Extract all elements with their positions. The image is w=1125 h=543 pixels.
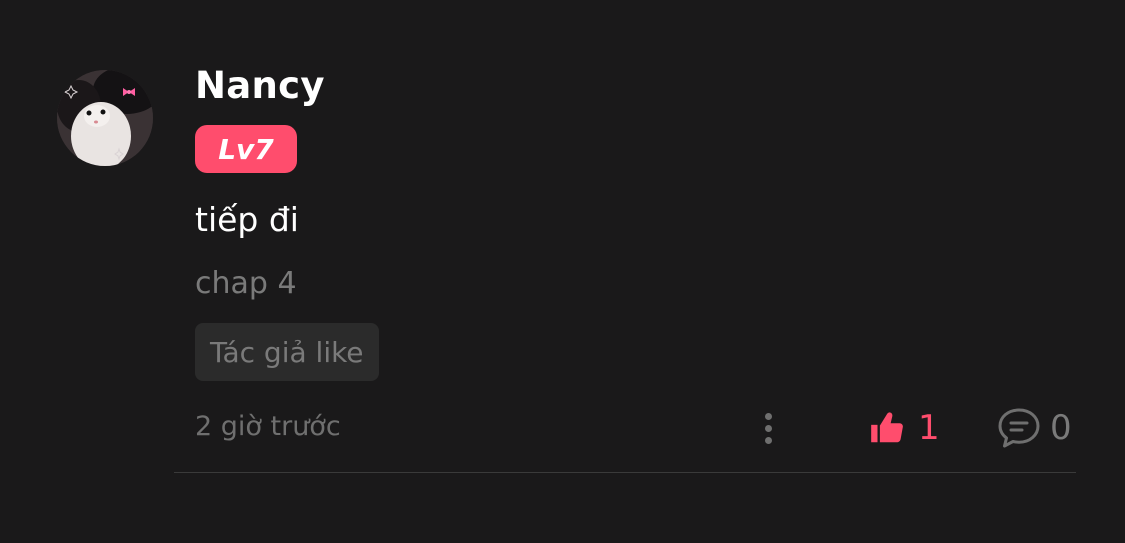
level-badge: Lv7 (195, 125, 297, 173)
author-like-badge: Tác giả like (195, 323, 379, 381)
username[interactable]: Nancy (195, 64, 325, 107)
cat-avatar-icon (57, 70, 153, 166)
chapter-label[interactable]: chap 4 (195, 266, 297, 301)
more-vertical-icon (764, 412, 772, 420)
like-count: 1 (918, 408, 940, 448)
like-button[interactable]: 1 (868, 404, 940, 452)
comment-bubble-icon (998, 408, 1040, 448)
divider (174, 472, 1076, 473)
comment-item: Nancy Lv7 tiếp đi chap 4 Tác giả like 2 … (0, 0, 1125, 543)
timestamp: 2 giờ trước (195, 411, 341, 442)
more-options-button[interactable] (752, 408, 784, 448)
reply-count: 0 (1050, 408, 1072, 448)
comment-text: tiếp đi (195, 200, 299, 239)
avatar[interactable] (57, 70, 153, 166)
reply-button[interactable]: 0 (996, 404, 1072, 452)
thumbs-up-icon (871, 412, 903, 443)
